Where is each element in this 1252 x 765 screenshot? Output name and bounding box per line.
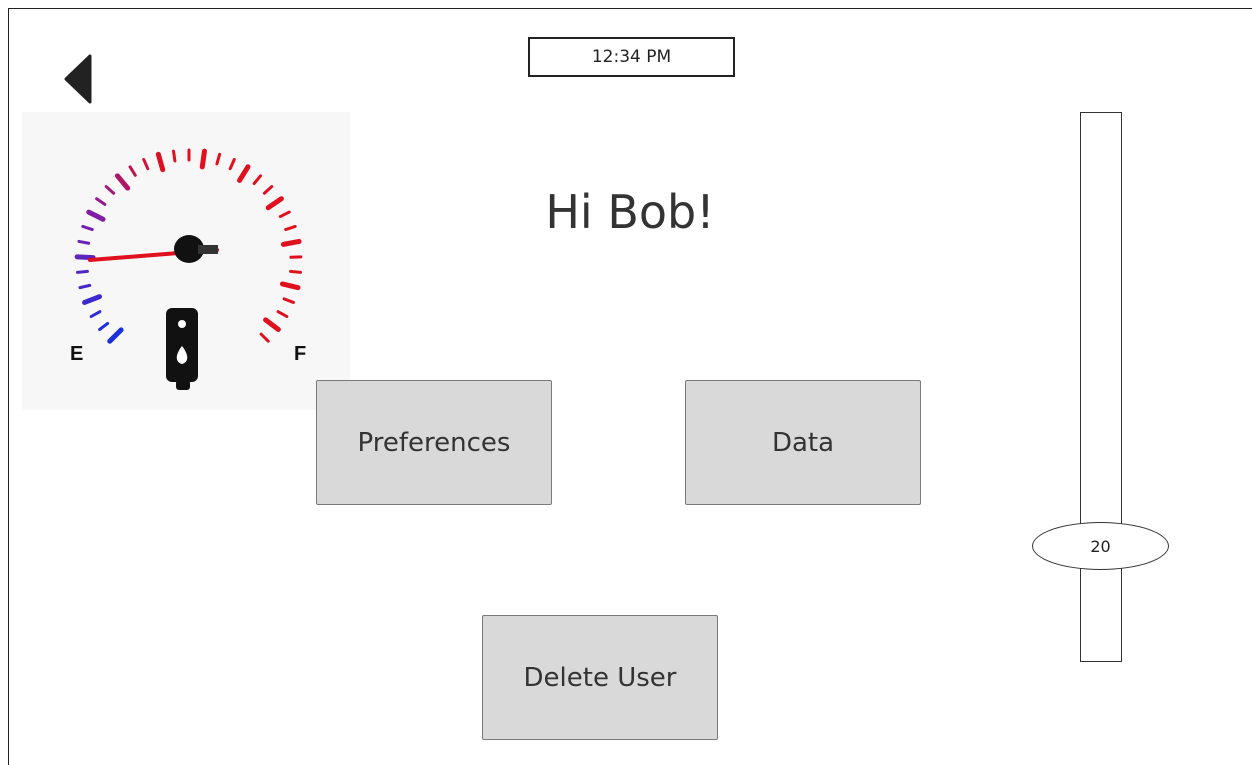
- clock-display: 12:34 PM: [528, 37, 735, 77]
- volume-slider-thumb[interactable]: 20: [1032, 522, 1169, 570]
- volume-slider-track[interactable]: [1080, 112, 1122, 662]
- gauge-tick: [259, 332, 270, 343]
- gauge-tick: [89, 310, 102, 318]
- fuel-gauge-graphic: E F: [70, 148, 306, 390]
- slider-value: 20: [1090, 536, 1111, 556]
- gauge-full-label: F: [294, 343, 306, 365]
- gauge-tick: [252, 174, 263, 186]
- gauge-tick: [107, 327, 124, 344]
- gauge-tick: [284, 224, 297, 232]
- gauge-tick: [142, 158, 150, 171]
- delete-user-button-label: Delete User: [523, 662, 677, 693]
- gauge-tick: [114, 173, 131, 191]
- gauge-tick: [262, 185, 274, 195]
- gauge-tick: [263, 317, 281, 332]
- gauge-tick: [78, 283, 92, 290]
- gauge-tick: [82, 294, 102, 305]
- gauge-tick: [289, 269, 303, 274]
- fuel-canister-icon: [166, 308, 198, 390]
- gauge-tick: [95, 197, 107, 206]
- gauge-tick: [278, 210, 291, 219]
- gauge-tick: [155, 151, 166, 173]
- gauge-tick: [172, 149, 177, 163]
- back-arrow-icon[interactable]: [64, 54, 92, 104]
- fuel-gauge: E F: [22, 112, 350, 410]
- clock-time: 12:34 PM: [591, 47, 672, 67]
- gauge-tick: [104, 185, 116, 195]
- data-button-label: Data: [771, 427, 835, 458]
- gauge-tick: [74, 254, 96, 261]
- gauge-tick: [98, 321, 110, 331]
- gauge-tick: [228, 158, 236, 171]
- gauge-tick: [86, 209, 106, 222]
- gauge-tick: [279, 281, 301, 291]
- gauge-hub-cap: [198, 245, 218, 254]
- gauge-tick: [280, 238, 302, 247]
- data-button[interactable]: Data: [685, 380, 921, 505]
- gauge-tick: [276, 310, 289, 318]
- gauge-tick: [128, 165, 137, 177]
- gauge-tick: [265, 196, 284, 211]
- gauge-tick: [75, 269, 89, 274]
- gauge-empty-label: E: [70, 343, 83, 365]
- gauge-tick: [215, 152, 222, 166]
- gauge-tick: [81, 224, 94, 232]
- gauge-tick: [237, 164, 251, 183]
- gauge-tick: [199, 148, 207, 170]
- gauge-tick: [77, 239, 91, 245]
- preferences-button[interactable]: Preferences: [316, 380, 552, 505]
- gauge-tick: [282, 297, 295, 304]
- preferences-button-label: Preferences: [357, 427, 511, 458]
- greeting-heading: Hi Bob!: [545, 185, 715, 239]
- delete-user-button[interactable]: Delete User: [482, 615, 718, 740]
